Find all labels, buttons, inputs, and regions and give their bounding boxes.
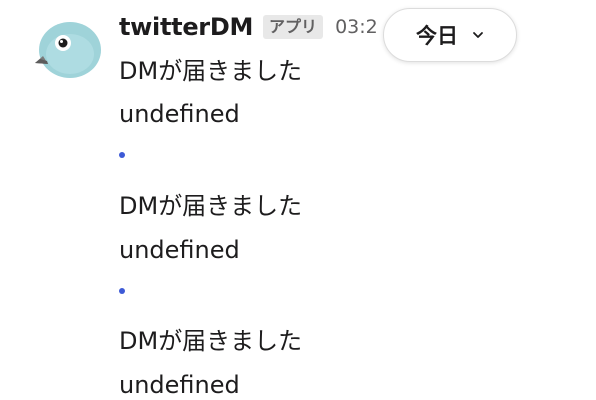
app-badge: アプリ bbox=[263, 15, 324, 39]
message-title-2: DMが届きました bbox=[119, 192, 303, 220]
bird-avatar-icon[interactable] bbox=[30, 18, 104, 82]
message-title-3: DMが届きました bbox=[119, 327, 303, 355]
date-label: 今日 bbox=[416, 24, 458, 48]
message-timestamp[interactable]: 03:2 bbox=[335, 16, 378, 38]
message-body-1: undefined bbox=[119, 100, 240, 128]
message-view: twitterDM アプリ 03:2 今日 DMが届きました undefined… bbox=[0, 0, 596, 400]
message-header: twitterDM アプリ 03:2 bbox=[119, 10, 378, 44]
bullet-dot-icon bbox=[119, 288, 125, 294]
message-body-3: undefined bbox=[119, 371, 240, 399]
message-title-1: DMが届きました bbox=[119, 57, 303, 85]
date-divider-button[interactable]: 今日 bbox=[383, 8, 517, 62]
message-body-2: undefined bbox=[119, 236, 240, 264]
bullet-dot-icon bbox=[119, 152, 125, 158]
chevron-down-icon bbox=[473, 32, 483, 38]
sender-name[interactable]: twitterDM bbox=[119, 13, 253, 41]
